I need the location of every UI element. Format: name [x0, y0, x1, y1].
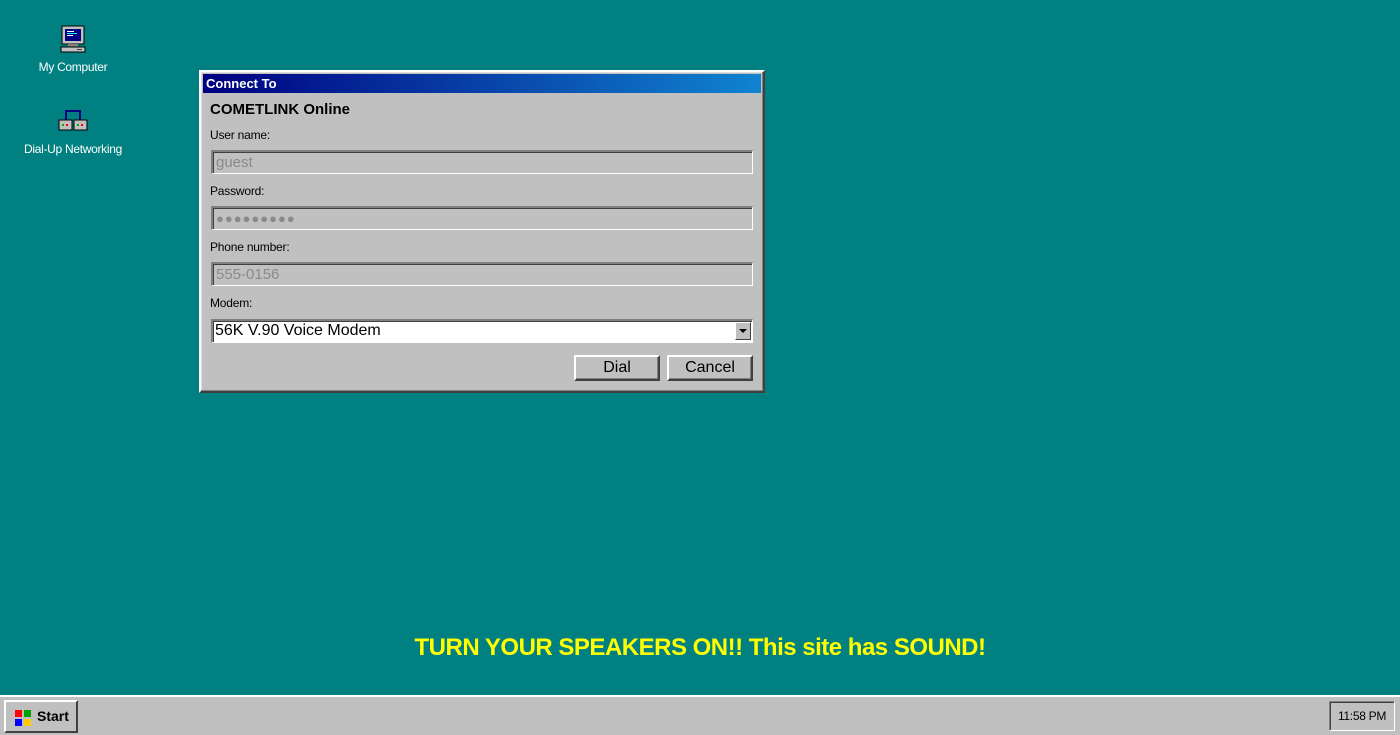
start-label: Start [37, 708, 69, 724]
sound-banner: TURN YOUR SPEAKERS ON!! This site has SO… [414, 634, 986, 661]
modem-select-value: 56K V.90 Voice Modem [215, 322, 381, 339]
network-icon [58, 110, 88, 131]
desktop-icon-label: Dial-Up Networking [24, 142, 122, 156]
modem-dropdown-button[interactable] [735, 322, 751, 340]
username-label: User name: [210, 128, 271, 142]
connect-to-dialog: Connect To COMETLINK Online User name: P… [199, 70, 765, 393]
username-field[interactable] [211, 150, 753, 174]
desktop-icon-my-computer[interactable]: My Computer [8, 24, 138, 74]
password-field[interactable] [211, 206, 753, 230]
password-label: Password: [210, 184, 265, 198]
desktop: My Computer Dial-Up Networking Connect T… [0, 0, 1400, 695]
chevron-down-icon [739, 329, 747, 333]
system-tray: 11:58 PM [1329, 701, 1395, 731]
dial-button[interactable]: Dial [574, 355, 660, 381]
modem-label: Modem: [210, 296, 253, 310]
dialog-title[interactable]: Connect To [203, 74, 761, 93]
start-button[interactable]: Start [4, 700, 78, 733]
phone-label: Phone number: [210, 240, 290, 254]
taskbar: Start 11:58 PM [0, 695, 1400, 735]
desktop-icon-dial-up-networking[interactable]: Dial-Up Networking [8, 106, 138, 156]
cancel-button[interactable]: Cancel [667, 355, 753, 381]
connection-name: COMETLINK Online [210, 101, 350, 118]
phone-number-field[interactable] [211, 262, 753, 286]
desktop-icon-label: My Computer [38, 60, 108, 74]
modem-select[interactable]: 56K V.90 Voice Modem [211, 319, 753, 343]
clock[interactable]: 11:58 PM [1330, 709, 1394, 723]
computer-icon [60, 25, 86, 53]
windows-logo-icon [15, 710, 31, 726]
